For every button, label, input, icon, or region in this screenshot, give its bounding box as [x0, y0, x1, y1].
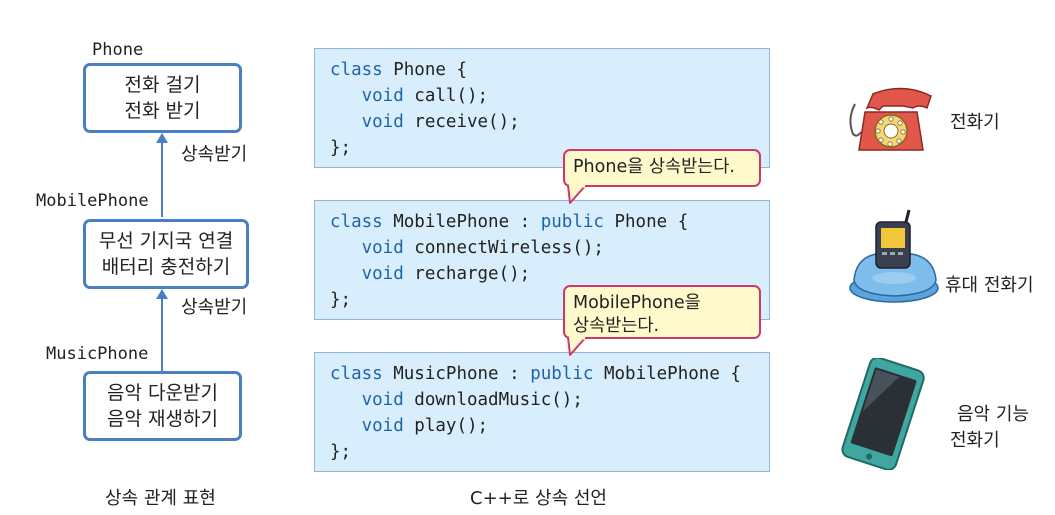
- speech-bubble-1: Phone을 상속받는다.: [563, 149, 761, 187]
- inherit-label-1: 상속받기: [181, 144, 248, 165]
- code-line: class Phone {: [330, 60, 467, 80]
- device-label-smartphone-2: 전화기: [950, 430, 1000, 451]
- code-line: void downloadMusic();: [361, 390, 583, 410]
- smartphone-icon: [841, 358, 925, 470]
- mobilephone-feature-1: 무선 기지국 연결: [98, 230, 234, 252]
- musicphone-class-label: MusicPhone: [46, 344, 149, 364]
- inherit-arrow-2: [156, 289, 168, 371]
- device-label-telephone: 전화기: [950, 112, 1000, 133]
- code-line: class MusicPhone : public MobilePhone {: [330, 364, 741, 384]
- musicphone-feature-1: 음악 다운받기: [107, 382, 218, 404]
- hierarchy-caption: 상속 관계 표현: [105, 488, 216, 509]
- inherit-label-2: 상속받기: [181, 297, 248, 318]
- mobilephone-feature-2: 배터리 충전하기: [101, 256, 231, 278]
- code-block-musicphone: class MusicPhone : public MobilePhone { …: [314, 352, 770, 472]
- phone-feature-box: 전화 걸기 전화 받기: [83, 63, 242, 133]
- device-label-smartphone-1: 음악 기능: [957, 404, 1029, 425]
- mobilephone-feature-box: 무선 기지국 연결 배터리 충전하기: [83, 219, 249, 289]
- speech-bubble-2: MobilePhone을 상속받는다.: [563, 285, 761, 339]
- bubble-2-text-1: MobilePhone을: [573, 293, 701, 313]
- code-line: void receive();: [361, 112, 520, 132]
- code-line: void connectWireless();: [361, 238, 604, 258]
- bubble-1-text: Phone을 상속받는다.: [573, 157, 735, 177]
- mobile-phone-icon: [849, 209, 939, 303]
- code-line: void call();: [361, 86, 489, 106]
- bubble-2-text-2: 상속받는다.: [573, 316, 660, 336]
- device-label-mobile: 휴대 전화기: [945, 275, 1034, 296]
- phone-feature-2: 전화 받기: [124, 100, 201, 122]
- code-line: };: [330, 442, 352, 462]
- musicphone-feature-2: 음악 재생하기: [107, 408, 218, 430]
- bubble-1-tail: [567, 185, 587, 204]
- code-line: void play();: [361, 416, 489, 436]
- mobilephone-class-label: MobilePhone: [36, 191, 149, 211]
- inherit-arrow-1: [156, 133, 168, 217]
- phone-class-label: Phone: [92, 40, 144, 60]
- phone-feature-1: 전화 걸기: [124, 74, 201, 96]
- telephone-icon: [849, 87, 932, 151]
- bubble-2-tail: [567, 337, 587, 356]
- code-line: void recharge();: [361, 264, 531, 284]
- code-caption: C++로 상속 선언: [470, 488, 607, 509]
- musicphone-feature-box: 음악 다운받기 음악 재생하기: [83, 371, 242, 441]
- code-line: class MobilePhone : public Phone {: [330, 212, 689, 232]
